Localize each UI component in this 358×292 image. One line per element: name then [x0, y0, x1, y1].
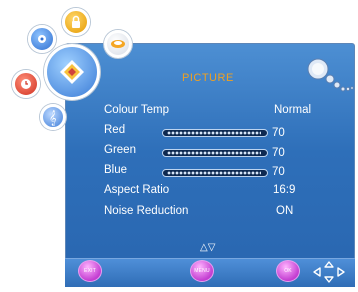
lock-icon-glyph — [72, 15, 80, 28]
menu-item-value: ON — [276, 205, 294, 217]
menu-button[interactable]: MENU — [190, 260, 214, 282]
music-icon[interactable]: 𝄞 — [40, 104, 66, 130]
svg-text:𝄞: 𝄞 — [49, 111, 57, 126]
menu-item-label: Colour Temp — [104, 104, 169, 116]
menu-item-label: Red — [104, 124, 126, 136]
channel-icon-glyph — [111, 40, 125, 48]
clock-icon-glyph — [21, 79, 31, 89]
menu-item-value: 70 — [272, 147, 285, 159]
dpad-arrows-icon[interactable] — [312, 261, 346, 283]
menu-item-value: 16:9 — [273, 184, 296, 196]
menu-item-value: 70 — [272, 127, 285, 139]
exit-button[interactable]: EXIT — [78, 260, 102, 282]
menu-button-label: MENU — [194, 268, 210, 274]
scroll-arrows-icon: △▽ — [200, 242, 216, 253]
menu-item-label: Noise Reduction — [104, 205, 189, 217]
ok-button-label: OK — [284, 268, 292, 274]
lock-icon[interactable] — [62, 8, 90, 36]
bubbles-icon — [307, 58, 354, 92]
music-icon-glyph: 𝄞 — [49, 111, 57, 126]
exit-button-label: EXIT — [84, 268, 96, 274]
picture-icon-glyph — [60, 60, 84, 84]
menu-item-label: Blue — [104, 164, 128, 176]
picture-icon[interactable] — [44, 44, 100, 100]
menu-title: PICTURE — [182, 72, 234, 84]
green-slider[interactable] — [162, 149, 268, 157]
menu-item-label: Aspect Ratio — [104, 184, 170, 196]
menu-item-label: Green — [104, 144, 136, 156]
ok-button[interactable]: OK — [276, 260, 300, 282]
menu-item-value: 70 — [272, 166, 285, 178]
menu-item-value: Normal — [274, 104, 312, 116]
red-slider[interactable] — [162, 129, 268, 137]
clock-icon[interactable] — [12, 70, 40, 98]
channel-icon[interactable] — [104, 30, 132, 58]
blue-slider[interactable] — [162, 169, 268, 177]
